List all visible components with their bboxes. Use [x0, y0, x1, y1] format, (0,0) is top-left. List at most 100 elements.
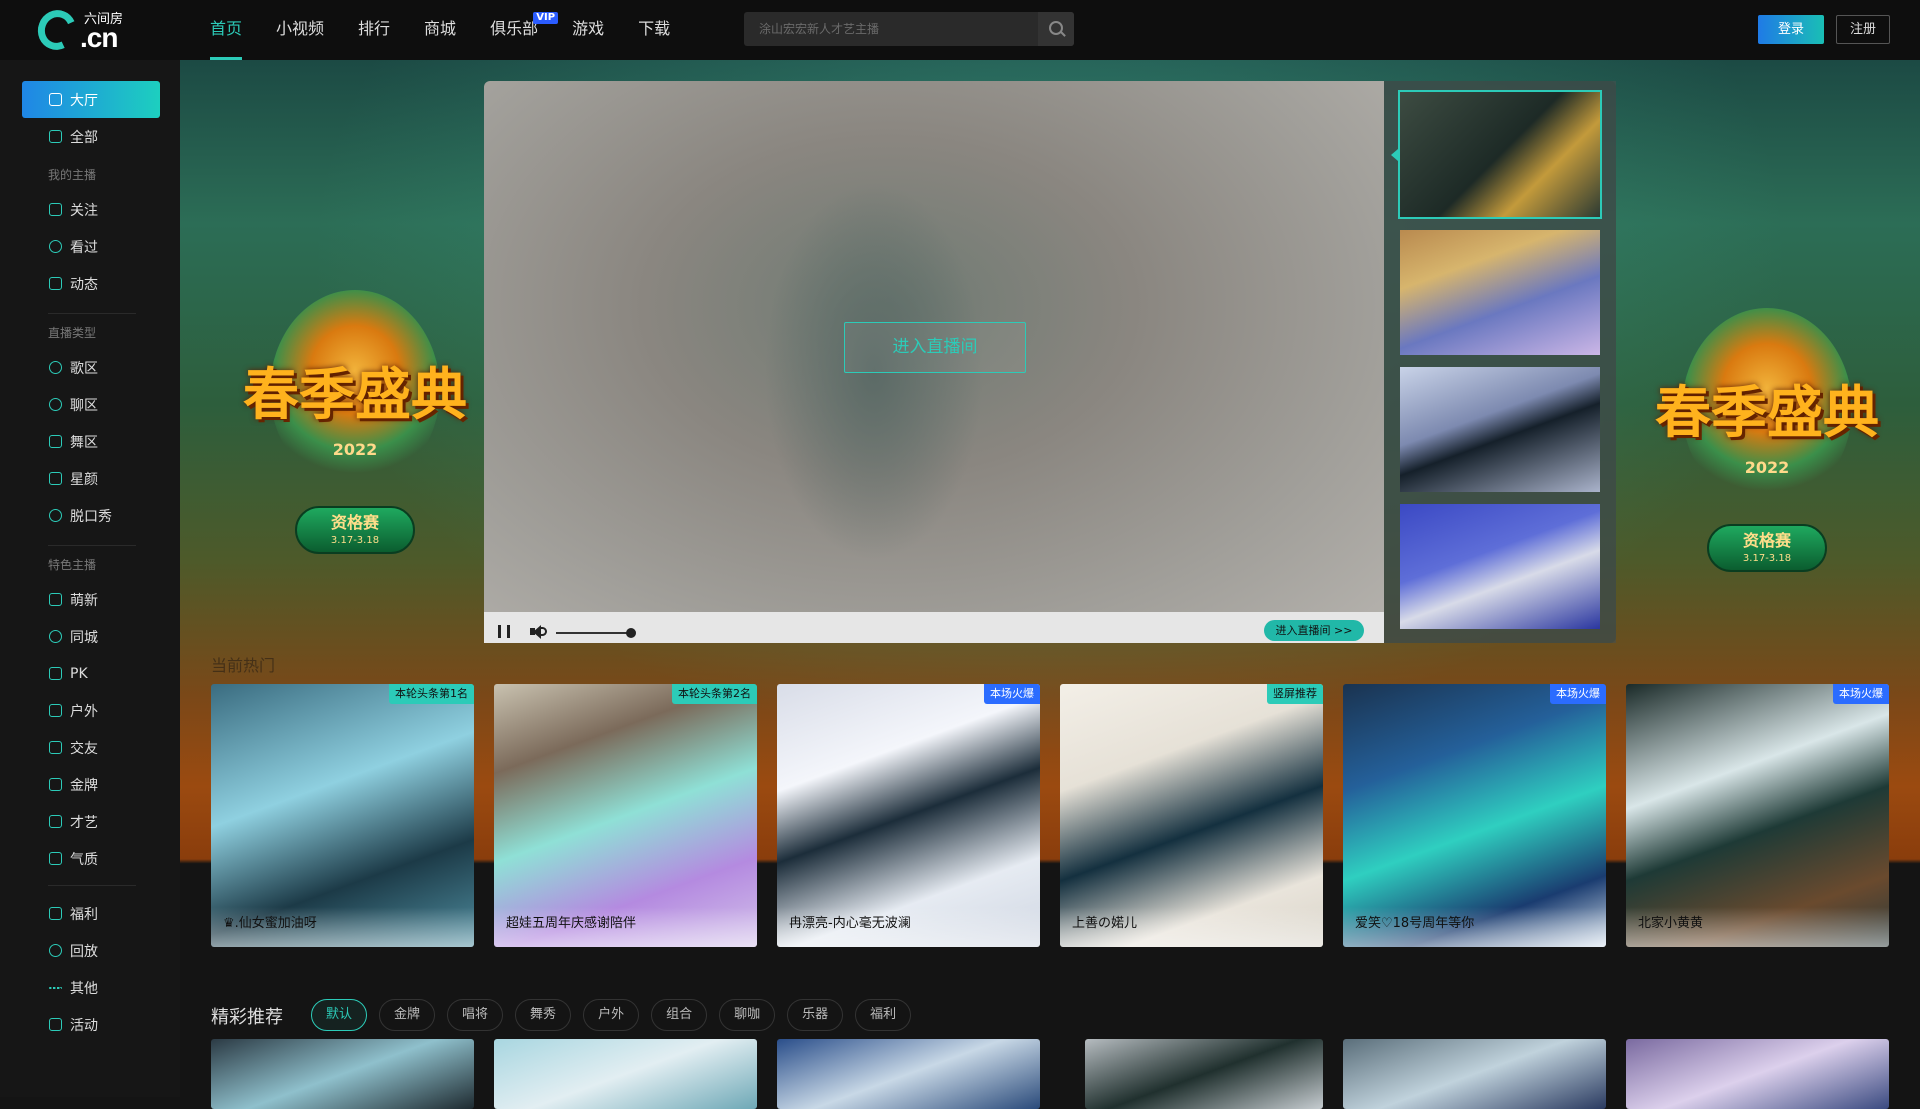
live-card-4[interactable]: 竖屏推荐 上善の婼儿: [1060, 684, 1323, 947]
register-button[interactable]: 注册: [1836, 15, 1890, 44]
volume-slider[interactable]: [556, 632, 630, 634]
sidebar-item-moments[interactable]: 动态: [22, 265, 160, 302]
recommend-section-title: 精彩推荐: [211, 1007, 283, 1028]
card-title: ♛.仙女蜜加油呀: [211, 907, 474, 947]
recommend-card-4[interactable]: [1085, 1039, 1323, 1109]
recommend-card-2[interactable]: [494, 1039, 757, 1109]
thumbnail-1[interactable]: [1398, 90, 1602, 219]
recommend-card-3[interactable]: [777, 1039, 1040, 1109]
volume-icon[interactable]: [530, 624, 547, 639]
card-badge: 竖屏推荐: [1267, 684, 1323, 704]
sidebar-item-vibe[interactable]: 气质: [22, 840, 160, 877]
event-year: 2022: [332, 440, 378, 459]
nav-home[interactable]: 首页: [210, 0, 243, 60]
sidebar-item-label: 才艺: [70, 814, 98, 831]
tab-chat[interactable]: 聊咖: [719, 999, 776, 1031]
sidebar-item-newbie[interactable]: 萌新: [22, 581, 160, 618]
sidebar-item-singing[interactable]: 歌区: [22, 349, 160, 386]
nav-games[interactable]: 游戏: [572, 0, 604, 60]
live-card-3[interactable]: 本场火爆 冉漂亮-内心毫无波澜: [777, 684, 1040, 947]
sidebar-item-label: PK: [70, 665, 88, 682]
sidebar-item-social[interactable]: 交友: [22, 729, 160, 766]
sidebar-item-replay[interactable]: 回放: [22, 932, 160, 969]
sidebar-item-talkshow[interactable]: 脱口秀: [22, 497, 160, 534]
pause-icon[interactable]: [498, 625, 510, 638]
tab-group[interactable]: 组合: [651, 999, 708, 1031]
event-banner-right[interactable]: 春季盛典 2022 资格赛 3.17-3.18: [1622, 308, 1912, 608]
tent-icon: [49, 704, 62, 717]
sidebar-item-label: 关注: [70, 202, 98, 219]
login-button[interactable]: 登录: [1758, 15, 1824, 44]
tab-dance[interactable]: 舞秀: [515, 999, 572, 1031]
sidebar-item-welfare[interactable]: 福利: [22, 895, 160, 932]
nav-mall[interactable]: 商城: [424, 0, 456, 60]
live-card-2[interactable]: 本轮头条第2名 超娃五周年庆感谢陪伴: [494, 684, 757, 947]
thumbnail-2[interactable]: [1400, 230, 1600, 355]
event-year: 2022: [1744, 458, 1790, 477]
sidebar-item-other[interactable]: 其他: [22, 969, 160, 1006]
event-dates: 3.17-3.18: [330, 535, 380, 546]
gift-icon: [49, 907, 62, 920]
sidebar-item-follow[interactable]: 关注: [22, 191, 160, 228]
search-icon[interactable]: [1038, 12, 1074, 46]
event-title: 春季盛典: [1655, 380, 1879, 446]
sidebar-item-viewed[interactable]: 看过: [22, 228, 160, 265]
recommend-card-5[interactable]: [1343, 1039, 1606, 1109]
sidebar-item-local[interactable]: 同城: [22, 618, 160, 655]
live-card-1[interactable]: 本轮头条第1名 ♛.仙女蜜加油呀: [211, 684, 474, 947]
player-controls: [484, 612, 1384, 643]
sidebar-item-label: 大厅: [70, 92, 98, 109]
sidebar-section-live-type: 直播类型: [48, 326, 97, 340]
sidebar-item-label: 福利: [70, 906, 98, 923]
sidebar-divider: [48, 313, 136, 314]
tab-gold[interactable]: 金牌: [379, 999, 436, 1031]
sidebar-item-label: 金牌: [70, 777, 98, 794]
card-title: 爱笑♡18号周年等你: [1343, 907, 1606, 947]
search-bar: [744, 12, 1074, 46]
tab-default[interactable]: 默认: [311, 999, 368, 1031]
sidebar-item-all[interactable]: 全部: [22, 118, 160, 155]
search-input[interactable]: [744, 12, 1038, 46]
thumbnail-3[interactable]: [1400, 367, 1600, 492]
sidebar-item-outdoor[interactable]: 户外: [22, 692, 160, 729]
event-dates: 3.17-3.18: [1742, 553, 1792, 564]
sidebar-item-activity[interactable]: 活动: [22, 1006, 160, 1043]
main-nav: 首页 小视频 排行 商城 俱乐部 VIP 游戏 下载: [210, 0, 704, 60]
tab-singer[interactable]: 唱将: [447, 999, 504, 1031]
vip-badge: VIP: [533, 12, 559, 24]
card-title: 超娃五周年庆感谢陪伴: [494, 907, 757, 947]
music-icon: [49, 361, 62, 374]
tab-outdoor[interactable]: 户外: [583, 999, 640, 1031]
enter-room-button[interactable]: 进入直播间: [844, 322, 1026, 373]
tab-welfare[interactable]: 福利: [855, 999, 912, 1031]
sidebar-item-label: 活动: [70, 1017, 98, 1034]
sidebar-item-beauty[interactable]: 星颜: [22, 460, 160, 497]
nav-club[interactable]: 俱乐部 VIP: [490, 0, 559, 60]
nav-short-video[interactable]: 小视频: [276, 0, 324, 60]
live-card-5[interactable]: 本场火爆 爱笑♡18号周年等你: [1343, 684, 1606, 947]
sidebar-item-hall[interactable]: 大厅: [22, 81, 160, 118]
recommend-card-6[interactable]: [1626, 1039, 1889, 1109]
enter-room-small-button[interactable]: 进入直播间 >>: [1264, 620, 1364, 641]
sidebar-item-dance[interactable]: 舞区: [22, 423, 160, 460]
tab-instrument[interactable]: 乐器: [787, 999, 844, 1031]
volume-slider-handle[interactable]: [626, 628, 636, 638]
recommend-card-1[interactable]: [211, 1039, 474, 1109]
sidebar-item-label: 全部: [70, 129, 98, 146]
sidebar-item-label: 气质: [70, 851, 98, 868]
nav-ranking[interactable]: 排行: [358, 0, 390, 60]
nav-download[interactable]: 下载: [638, 0, 670, 60]
palette-icon: [49, 815, 62, 828]
sidebar-item-chat[interactable]: 聊区: [22, 386, 160, 423]
thumbnail-4[interactable]: [1400, 504, 1600, 629]
sidebar-divider: [48, 545, 136, 546]
card-badge: 本轮头条第2名: [672, 684, 757, 704]
event-banner-left[interactable]: 春季盛典 2022 资格赛 3.17-3.18: [210, 290, 500, 590]
card-badge: 本场火爆: [1550, 684, 1606, 704]
sidebar-item-gold[interactable]: 金牌: [22, 766, 160, 803]
site-logo[interactable]: 六间房 .cn: [32, 4, 138, 56]
sidebar-item-talent[interactable]: 才艺: [22, 803, 160, 840]
live-card-6[interactable]: 本场火爆 北家小黄黄: [1626, 684, 1889, 947]
sidebar-item-pk[interactable]: PK: [22, 655, 160, 692]
card-title: 上善の婼儿: [1060, 907, 1323, 947]
